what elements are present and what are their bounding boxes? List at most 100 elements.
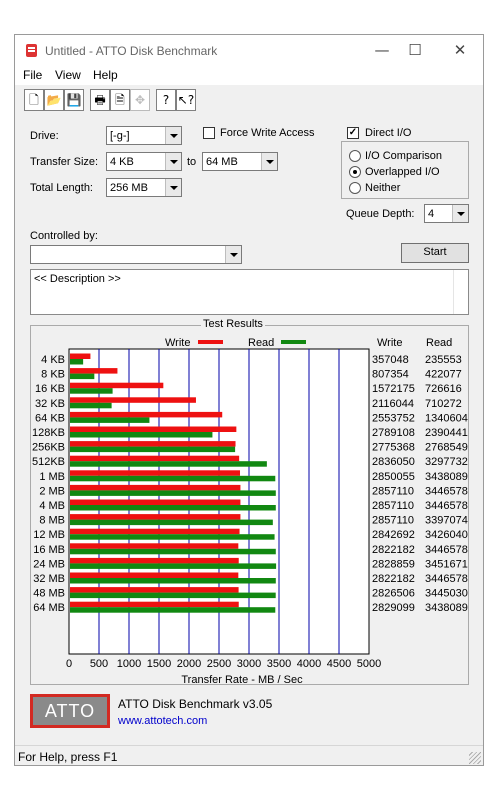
write-value: 2822182 (372, 573, 415, 585)
read-bar (70, 432, 213, 438)
atto-logo: ATTO (30, 694, 110, 728)
y-category-label: 12 MB (33, 529, 65, 541)
x-tick-label: 4000 (297, 658, 321, 670)
column-header-read: Read (426, 337, 452, 349)
y-category-label: 128KB (32, 427, 65, 439)
legend-read-label: Read (248, 337, 274, 349)
y-category-label: 32 KB (35, 398, 65, 410)
column-header-write: Write (377, 337, 402, 349)
read-bar (70, 534, 275, 540)
y-category-label: 16 KB (35, 383, 65, 395)
write-bar (70, 397, 196, 403)
read-value: 3446578 (425, 500, 468, 512)
x-tick-label: 2500 (207, 658, 231, 670)
write-value: 2829099 (372, 602, 415, 614)
read-bar (70, 475, 276, 482)
x-tick-label: 1000 (117, 658, 141, 670)
write-bar (70, 528, 240, 535)
read-bar (70, 446, 236, 453)
write-value: 2857110 (372, 485, 414, 497)
read-value: 3451671 (425, 558, 468, 570)
write-bar (70, 353, 91, 359)
x-tick-label: 500 (90, 658, 108, 670)
y-category-label: 32 MB (33, 573, 65, 585)
read-bar (70, 490, 276, 496)
write-value: 2828859 (372, 558, 415, 570)
read-value: 3397074 (425, 515, 468, 527)
read-bar (70, 388, 113, 394)
read-bar (70, 505, 276, 511)
y-category-label: 256KB (32, 442, 65, 454)
write-value: 2836050 (372, 456, 415, 468)
write-value: 2857110 (372, 500, 414, 512)
write-bar (70, 368, 118, 374)
y-category-label: 2 MB (39, 485, 65, 497)
y-category-label: 8 MB (39, 515, 65, 527)
product-name: ATTO Disk Benchmark v3.05 (118, 697, 273, 711)
y-category-label: 1 MB (39, 471, 65, 483)
read-value: 710272 (425, 398, 462, 410)
read-value: 3426040 (425, 529, 468, 541)
write-value: 357048 (372, 354, 409, 366)
write-value: 2789108 (372, 427, 415, 439)
x-tick-label: 2000 (177, 658, 201, 670)
read-value: 235553 (425, 354, 462, 366)
x-tick-label: 0 (66, 658, 72, 670)
app-window: Untitled - ATTO Disk Benchmark — ☐ ✕ Fil… (14, 34, 484, 766)
read-value: 3446578 (425, 573, 468, 585)
read-value: 3438089 (425, 602, 468, 614)
write-value: 2116044 (372, 398, 414, 410)
write-bar (70, 441, 236, 447)
y-category-label: 24 MB (33, 558, 65, 570)
read-bar (70, 461, 267, 467)
read-value: 3446578 (425, 485, 468, 497)
legend-write-label: Write (165, 337, 190, 349)
x-tick-label: 1500 (147, 658, 171, 670)
read-value: 2768549 (425, 442, 468, 454)
read-value: 422077 (425, 369, 462, 381)
write-value: 807354 (372, 369, 409, 381)
write-bar (70, 601, 239, 608)
results-chart: Write Read Write Read 0 500 1000 1500 2000 25… (32, 337, 468, 686)
website-link[interactable]: www.attotech.com (118, 715, 207, 727)
write-value: 2842692 (372, 529, 415, 541)
read-value: 3445030 (425, 588, 468, 600)
read-value: 2390441 (425, 427, 468, 439)
write-bar (70, 499, 241, 505)
x-tick-label: 3500 (267, 658, 291, 670)
x-tick-label: 5000 (357, 658, 381, 670)
write-bar (70, 470, 241, 476)
write-bar (70, 411, 223, 418)
read-value: 1340604 (425, 412, 468, 424)
y-category-label: 48 MB (33, 588, 65, 600)
status-bar: For Help, press F1 (15, 745, 483, 766)
write-bar (70, 484, 241, 491)
legend-read-swatch (281, 340, 306, 344)
legend-write-swatch (198, 340, 223, 344)
write-value: 1572175 (372, 383, 415, 395)
read-bar (70, 563, 277, 569)
read-bar (70, 592, 276, 599)
write-bar (70, 426, 237, 432)
read-value: 3438089 (425, 471, 468, 483)
write-bar (70, 382, 164, 389)
read-bar (70, 578, 276, 584)
y-category-label: 4 KB (41, 354, 65, 366)
write-value: 2857110 (372, 515, 414, 527)
write-value: 2775368 (372, 442, 415, 454)
write-bar (70, 572, 239, 578)
write-bar (70, 455, 240, 462)
read-bar (70, 548, 276, 555)
y-category-label: 8 KB (41, 369, 65, 381)
resize-grip[interactable] (469, 752, 481, 764)
write-bar (70, 543, 239, 549)
write-value: 2826506 (372, 588, 415, 600)
x-axis-label: Transfer Rate - MB / Sec (181, 674, 303, 686)
y-category-label: 64 MB (33, 602, 65, 614)
read-bar (70, 519, 273, 526)
read-bar (70, 402, 112, 409)
x-tick-label: 3000 (237, 658, 261, 670)
y-category-label: 16 MB (33, 544, 65, 556)
y-category-label: 4 MB (39, 500, 65, 512)
write-bar (70, 514, 241, 520)
